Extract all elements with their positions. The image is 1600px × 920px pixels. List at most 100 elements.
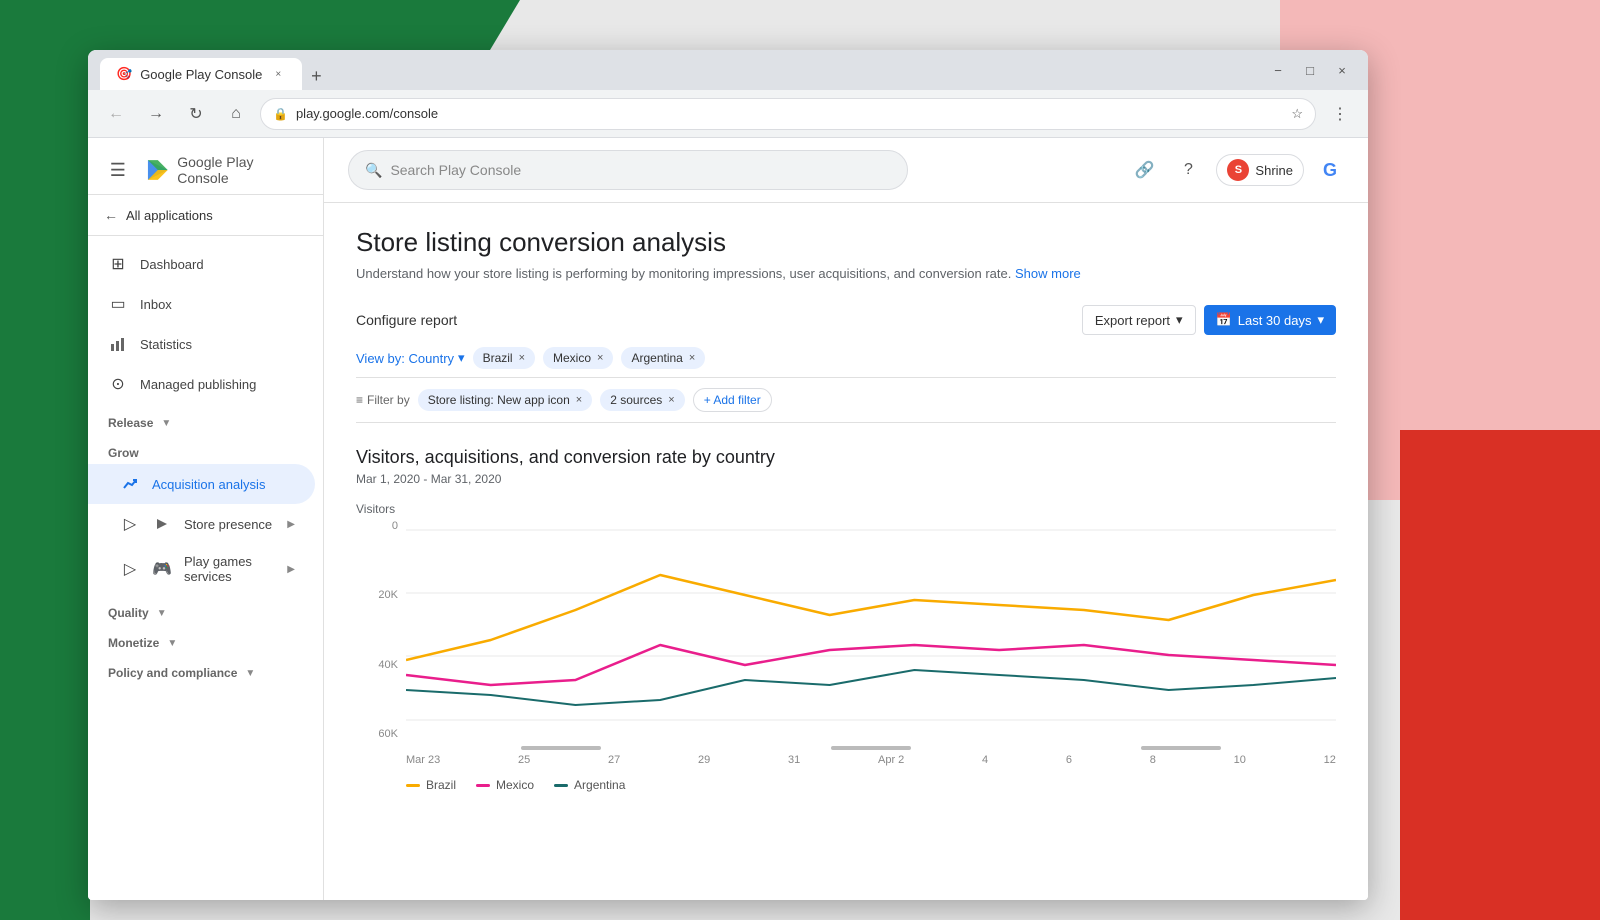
legend-mexico: Mexico: [476, 778, 534, 792]
argentina-chip-close[interactable]: ×: [689, 352, 695, 364]
x-label-4: 4: [982, 754, 988, 766]
sidebar-item-acquisition-analysis[interactable]: Acquisition analysis: [88, 464, 315, 504]
sources-chip-label: 2 sources: [610, 393, 662, 407]
help-icon-button[interactable]: ?: [1172, 154, 1204, 186]
store-presence-label: Store presence: [184, 517, 272, 532]
reload-button[interactable]: ↻: [180, 98, 212, 130]
sidebar-item-statistics[interactable]: Statistics: [88, 324, 315, 364]
filter-chip-argentina: Argentina ×: [621, 347, 705, 369]
add-filter-button[interactable]: + Add filter: [693, 388, 772, 412]
report-actions: Export report ▾ 📅 Last 30 days ▾: [1082, 305, 1336, 335]
show-more-link[interactable]: Show more: [1015, 266, 1081, 281]
legend-dot-brazil: [406, 784, 420, 787]
x-label-8: 8: [1150, 754, 1156, 766]
filter-chip-store-listing: Store listing: New app icon ×: [418, 389, 593, 411]
new-tab-button[interactable]: +: [302, 62, 330, 90]
mexico-chip-close[interactable]: ×: [597, 352, 603, 364]
back-button[interactable]: ←: [100, 98, 132, 130]
nav-right-buttons: ⋮: [1324, 98, 1356, 130]
acquisition-analysis-icon: [120, 474, 140, 494]
statistics-icon: [108, 334, 128, 354]
maximize-button[interactable]: □: [1296, 56, 1324, 84]
x-label-12: 12: [1324, 754, 1336, 766]
sidebar-item-managed-publishing[interactable]: ⊙ Managed publishing: [88, 364, 315, 404]
date-range-label: Last 30 days: [1238, 313, 1312, 328]
release-section-label: Release: [108, 416, 153, 430]
legend-argentina: Argentina: [554, 778, 625, 792]
bookmark-icon[interactable]: ☆: [1291, 106, 1303, 122]
sidebar-item-dashboard[interactable]: ⊞ Dashboard: [88, 244, 315, 284]
extensions-button[interactable]: ⋮: [1324, 98, 1356, 130]
store-presence-expand-icon: ▶: [287, 519, 295, 530]
search-box[interactable]: 🔍 Search Play Console: [348, 150, 908, 190]
link-icon-button[interactable]: 🔗: [1128, 154, 1160, 186]
sources-chip-close[interactable]: ×: [668, 394, 674, 406]
tab-title: Google Play Console: [140, 67, 262, 82]
inbox-icon: ▭: [108, 294, 128, 314]
chart-y-label: Visitors: [356, 502, 1336, 516]
browser-content: ☰ Google Play Console ← All applications: [88, 138, 1368, 900]
scroll-bar-3[interactable]: [1141, 746, 1221, 750]
home-button[interactable]: ⌂: [220, 98, 252, 130]
statistics-label: Statistics: [140, 337, 192, 352]
sidebar-nav: ⊞ Dashboard ▭ Inbox Statistics ⊙ Managed…: [88, 236, 323, 692]
grow-section-header[interactable]: Grow: [88, 434, 323, 464]
hamburger-menu-button[interactable]: ☰: [104, 156, 132, 184]
chart-section: Visitors, acquisitions, and conversion r…: [356, 447, 1336, 792]
close-button[interactable]: ×: [1328, 56, 1356, 84]
legend-brazil-label: Brazil: [426, 778, 456, 792]
scroll-bar-1[interactable]: [521, 746, 601, 750]
x-label-apr2: Apr 2: [878, 754, 904, 766]
legend-dot-mexico: [476, 784, 490, 787]
store-listing-chip-label: Store listing: New app icon: [428, 393, 570, 407]
export-report-button[interactable]: Export report ▾: [1082, 305, 1196, 335]
minimize-button[interactable]: −: [1264, 56, 1292, 84]
configure-header: Configure report Export report ▾ 📅 Last …: [356, 305, 1336, 335]
view-by-button[interactable]: View by: Country ▾: [356, 350, 465, 366]
play-games-label: Play games services: [184, 554, 275, 584]
forward-button[interactable]: →: [140, 98, 172, 130]
browser-tab[interactable]: 🎯 Google Play Console ×: [100, 58, 302, 90]
y-label-40k: 40K: [378, 659, 398, 671]
date-dropdown-icon: ▾: [1317, 312, 1324, 328]
mexico-chip-label: Mexico: [553, 351, 591, 365]
tab-favicon: 🎯: [116, 66, 132, 82]
date-range-button[interactable]: 📅 Last 30 days ▾: [1204, 305, 1336, 335]
dashboard-icon: ⊞: [108, 254, 128, 274]
export-label: Export report: [1095, 313, 1170, 328]
policy-section-header[interactable]: Policy and compliance ▼: [88, 654, 323, 684]
play-games-icon: 🎮: [152, 559, 172, 579]
brazil-chip-close[interactable]: ×: [519, 352, 525, 364]
release-section-header[interactable]: Release ▼: [88, 404, 323, 434]
chart-date: Mar 1, 2020 - Mar 31, 2020: [356, 472, 1336, 486]
policy-collapse-icon: ▼: [245, 668, 255, 679]
address-text: play.google.com/console: [296, 106, 438, 121]
chart-plot: [406, 520, 1336, 740]
sidebar-item-inbox[interactable]: ▭ Inbox: [88, 284, 315, 324]
all-applications-button[interactable]: ← All applications: [88, 195, 323, 236]
scroll-bar-2[interactable]: [831, 746, 911, 750]
quality-section-header[interactable]: Quality ▼: [88, 594, 323, 624]
account-badge[interactable]: S Shrine: [1216, 154, 1304, 186]
sidebar-logo-text: Google Play Console: [177, 154, 307, 186]
main-content: 🔍 Search Play Console 🔗 ? S Shrine G Sto…: [324, 138, 1368, 900]
store-listing-chip-close[interactable]: ×: [576, 394, 582, 406]
quality-section-label: Quality: [108, 606, 149, 620]
inbox-label: Inbox: [140, 297, 172, 312]
policy-section-label: Policy and compliance: [108, 666, 237, 680]
account-name: Shrine: [1255, 163, 1293, 178]
main-topbar: 🔍 Search Play Console 🔗 ? S Shrine G: [324, 138, 1368, 203]
configure-report-section: Configure report Export report ▾ 📅 Last …: [356, 305, 1336, 423]
sidebar-item-play-games-services[interactable]: ▷ 🎮 Play games services ▶: [88, 544, 315, 594]
tab-close-button[interactable]: ×: [270, 66, 286, 82]
google-account-button[interactable]: G: [1316, 156, 1344, 184]
legend-argentina-label: Argentina: [574, 778, 625, 792]
managed-publishing-icon: ⊙: [108, 374, 128, 394]
quality-collapse-icon: ▼: [157, 608, 167, 619]
y-label-0: 0: [392, 520, 398, 532]
x-label-29: 29: [698, 754, 710, 766]
sidebar-item-store-presence[interactable]: ▷ Store presence ▶: [88, 504, 315, 544]
address-bar[interactable]: 🔒 play.google.com/console ☆: [260, 98, 1316, 130]
page-subtitle: Understand how your store listing is per…: [356, 266, 1336, 281]
monetize-section-header[interactable]: Monetize ▼: [88, 624, 323, 654]
